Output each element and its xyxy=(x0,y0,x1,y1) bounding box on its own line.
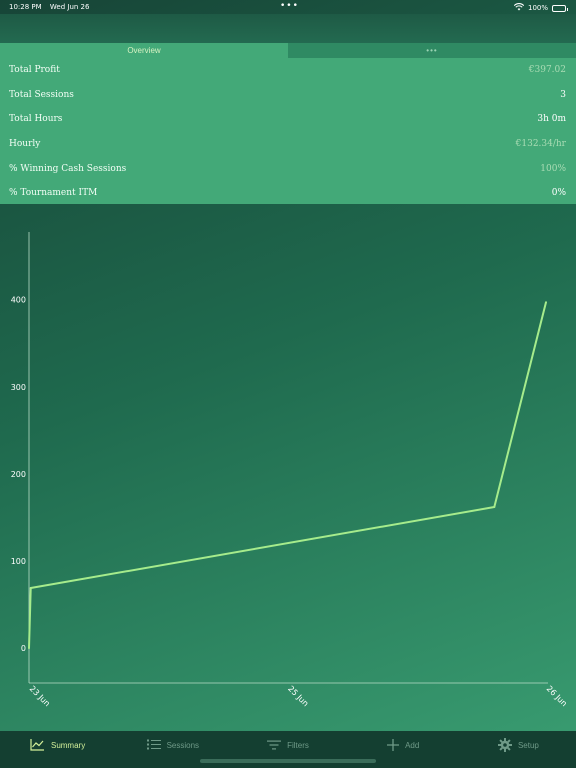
stat-value: €132.34/hr xyxy=(515,139,566,150)
tab-label: Filters xyxy=(287,741,309,750)
stat-label: Hourly xyxy=(9,139,41,150)
multitasking-dots[interactable]: ••• xyxy=(280,1,299,11)
stat-row-total-profit: Total Profit €397.02 xyxy=(0,58,576,83)
status-time: 10:28 PM xyxy=(9,3,42,11)
data-point xyxy=(28,647,30,650)
status-right: 100% xyxy=(513,3,568,13)
stat-value: 100% xyxy=(540,163,566,174)
wifi-icon xyxy=(513,3,525,13)
stat-row-total-hours: Total Hours 3h 0m xyxy=(0,107,576,132)
stat-value: 3 xyxy=(560,89,566,100)
profit-line xyxy=(28,302,547,649)
tab-more[interactable]: ••• xyxy=(288,43,576,58)
stat-label: Total Hours xyxy=(9,114,63,125)
profit-chart-svg: 0 100 200 300 400 23 Jun 25 Jun 26 Jun xyxy=(11,232,569,708)
tab-setup[interactable]: Setup xyxy=(461,731,576,768)
segment-tabs: Overview ••• xyxy=(0,43,576,58)
chart-icon xyxy=(30,738,45,753)
stat-label: % Winning Cash Sessions xyxy=(9,163,127,174)
y-tick-label: 100 xyxy=(11,557,26,566)
y-tick-label: 200 xyxy=(11,470,26,479)
stat-value: 3h 0m xyxy=(537,114,566,125)
plus-icon xyxy=(387,738,400,753)
tab-label: Setup xyxy=(517,741,539,750)
tab-label: Sessions xyxy=(166,741,200,750)
status-date: Wed Jun 26 xyxy=(49,3,90,11)
status-bar: 10:28 PM Wed Jun 26 ••• 100% xyxy=(0,0,576,14)
stat-label: Total Sessions xyxy=(9,89,74,100)
battery-percent: 100% xyxy=(527,4,548,12)
data-point xyxy=(29,587,32,590)
battery-icon xyxy=(552,4,568,12)
stat-row-tournament-itm: % Tournament ITM 0% xyxy=(0,181,576,206)
home-indicator xyxy=(200,759,376,763)
data-point xyxy=(493,506,496,509)
navigation-header xyxy=(0,14,576,43)
status-left: 10:28 PM Wed Jun 26 xyxy=(9,3,95,11)
list-icon xyxy=(146,739,161,752)
filter-icon xyxy=(267,739,282,752)
profit-chart[interactable]: 0 100 200 300 400 23 Jun 25 Jun 26 Jun xyxy=(0,230,576,720)
stat-value: 0% xyxy=(551,188,566,199)
stat-value: €397.02 xyxy=(528,65,566,76)
tab-label: Add xyxy=(405,741,420,750)
y-tick-label: 400 xyxy=(11,296,26,305)
data-point xyxy=(545,301,547,304)
tab-overview[interactable]: Overview xyxy=(0,43,288,58)
tab-summary[interactable]: Summary xyxy=(0,731,115,768)
stat-row-hourly: Hourly €132.34/hr xyxy=(0,132,576,157)
x-tick-label: 26 Jun xyxy=(545,684,569,708)
x-tick-label: 25 Jun xyxy=(286,684,310,708)
y-tick-label: 0 xyxy=(21,644,26,653)
tab-label: Summary xyxy=(50,741,86,750)
stat-label: Total Profit xyxy=(9,65,60,76)
stat-row-winning-cash: % Winning Cash Sessions 100% xyxy=(0,156,576,181)
gear-icon xyxy=(497,737,512,754)
stat-label: % Tournament ITM xyxy=(9,188,98,199)
stats-panel: Total Profit €397.02 Total Sessions 3 To… xyxy=(0,58,576,204)
y-tick-label: 300 xyxy=(11,383,26,392)
x-tick-label: 23 Jun xyxy=(28,684,52,708)
stat-row-total-sessions: Total Sessions 3 xyxy=(0,83,576,108)
